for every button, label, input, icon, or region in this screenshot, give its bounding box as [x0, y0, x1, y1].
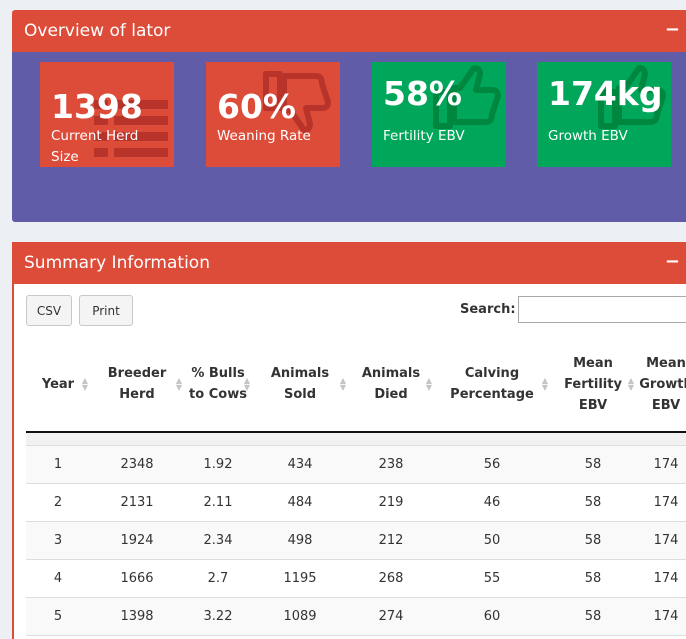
value-box-herd-size: 1398 Current Herd Size — [40, 62, 174, 167]
value-box-weaning-rate: 60% Weaning Rate — [206, 62, 340, 167]
table-row: 2 2131 2.11 484 219 46 58 174 — [26, 483, 686, 522]
growth-ebv-value: 174kg — [548, 74, 663, 113]
value-box-fertility-ebv: 58% Fertility EBV — [372, 62, 506, 167]
growth-ebv-label: Growth EBV — [548, 128, 628, 144]
overview-body: 1398 Current Herd Size 60% Weaning Rate … — [12, 52, 686, 222]
csv-button[interactable]: CSV — [26, 295, 72, 326]
overview-box: Overview of lator − 1398 Current Herd Si… — [12, 10, 686, 222]
collapse-icon[interactable]: − — [665, 251, 680, 272]
overview-header: Overview of lator − — [12, 10, 686, 52]
column-header-bulls-to-cows[interactable]: % Bulls to Cows ▲ ▼ — [184, 337, 252, 433]
column-header-mean-fertility-ebv[interactable]: Mean Fertility EBV ▲ ▼ — [550, 337, 636, 433]
column-header-animals-sold[interactable]: Animals Sold ▲ ▼ — [252, 337, 348, 433]
sort-icon: ▲ ▼ — [541, 376, 548, 392]
column-header-year[interactable]: Year ▲ ▼ — [26, 337, 90, 433]
summary-title: Summary Information — [24, 253, 210, 273]
weaning-rate-value: 60% — [217, 87, 296, 126]
fertility-ebv-value: 58% — [383, 74, 462, 113]
print-button[interactable]: Print — [79, 295, 133, 326]
column-header-calving-percentage[interactable]: Calving Percentage ▲ ▼ — [434, 337, 550, 433]
search-label: Search: — [460, 302, 516, 317]
summary-box: Summary Information − CSV Print Search: … — [12, 242, 686, 639]
herd-size-value: 1398 — [51, 87, 143, 126]
summary-table: Year ▲ ▼ Breeder Herd ▲ ▼ % Bulls to Cows ▲ ▼ … — [26, 337, 686, 636]
sort-icon: ▲ ▼ — [175, 376, 182, 392]
value-box-growth-ebv: 174kg Growth EBV — [537, 62, 671, 167]
summary-header: Summary Information − — [12, 242, 686, 284]
sort-icon: ▲ ▼ — [243, 376, 250, 392]
table-header-row: Year ▲ ▼ Breeder Herd ▲ ▼ % Bulls to Cows ▲ ▼ … — [26, 337, 686, 433]
filter-row — [26, 432, 686, 446]
column-header-animals-died[interactable]: Animals Died ▲ ▼ — [348, 337, 434, 433]
table-row: 5 1398 3.22 1089 274 60 58 174 — [26, 597, 686, 636]
table-row: 3 1924 2.34 498 212 50 58 174 — [26, 521, 686, 560]
herd-size-label: Current Herd Size — [51, 128, 139, 165]
table-row: 1 2348 1.92 434 238 56 58 174 — [26, 445, 686, 484]
search-input[interactable] — [518, 296, 686, 323]
table-row: 4 1666 2.7 1195 268 55 58 174 — [26, 559, 686, 598]
column-header-breeder-herd[interactable]: Breeder Herd ▲ ▼ — [90, 337, 184, 433]
overview-title: Overview of lator — [24, 21, 171, 41]
sort-icon: ▲ ▼ — [627, 376, 634, 392]
sort-icon: ▲ ▼ — [81, 376, 88, 392]
collapse-icon[interactable]: − — [665, 19, 680, 40]
sort-icon: ▲ ▼ — [339, 376, 346, 392]
sort-icon: ▲ ▼ — [425, 376, 432, 392]
column-header-mean-growth-ebv[interactable]: Mean Growth EBV — [636, 337, 686, 433]
weaning-rate-label: Weaning Rate — [217, 128, 311, 144]
fertility-ebv-label: Fertility EBV — [383, 128, 465, 144]
